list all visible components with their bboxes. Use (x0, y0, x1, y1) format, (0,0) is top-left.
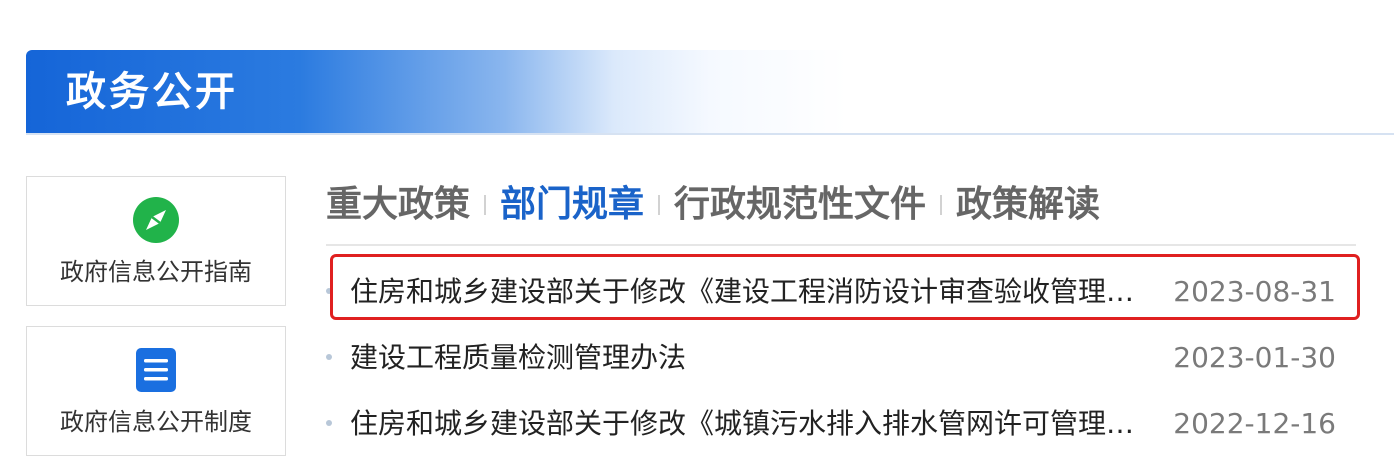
list-item: 住房和城乡建设部关于修改《城镇污水排入排水管网许可管理办法》的决定 2022-1… (326, 402, 1336, 446)
section-title: 政务公开 (66, 69, 238, 115)
list-item-title[interactable]: 住房和城乡建设部关于修改《建设工程消防设计审查验收管理暂行规定》的决定 (350, 270, 1160, 314)
tab-policy-interpretation[interactable]: 政策解读 (956, 181, 1100, 229)
tabs-divider (326, 244, 1356, 246)
tab-bar: 重大政策 部门规章 行政规范性文件 政策解读 (326, 180, 1100, 230)
tab-separator (484, 195, 487, 215)
guide-card-label: 政府信息公开指南 (60, 258, 252, 286)
list-item-title[interactable]: 建设工程质量检测管理办法 (350, 336, 1160, 380)
system-card[interactable]: 政府信息公开制度 (26, 326, 286, 456)
header-divider (26, 133, 1394, 135)
system-card-label: 政府信息公开制度 (60, 408, 252, 436)
list-item-date: 2023-08-31 (1173, 275, 1336, 308)
document-icon (133, 347, 179, 393)
guide-card[interactable]: 政府信息公开指南 (26, 176, 286, 306)
list-item: 建设工程质量检测管理办法 2023-01-30 (326, 336, 1336, 380)
list-item-date: 2023-01-30 (1173, 341, 1336, 374)
bullet-icon (326, 420, 332, 426)
tab-separator (658, 195, 661, 215)
tab-major-policies[interactable]: 重大政策 (326, 181, 470, 229)
bullet-icon (326, 288, 332, 294)
bullet-icon (326, 354, 332, 360)
list-item: 住房和城乡建设部关于修改《建设工程消防设计审查验收管理暂行规定》的决定 2023… (326, 270, 1336, 314)
list-item-title[interactable]: 住房和城乡建设部关于修改《城镇污水排入排水管网许可管理办法》的决定 (350, 402, 1160, 446)
compass-icon (133, 197, 179, 243)
list-item-date: 2022-12-16 (1173, 407, 1336, 440)
page: 政务公开 政府信息公开指南 政府信息公开制度 重大政策 部门规章 行政规范性文件… (0, 0, 1394, 470)
tab-department-rules[interactable]: 部门规章 (500, 181, 644, 229)
tab-separator (940, 195, 943, 215)
tab-normative-documents[interactable]: 行政规范性文件 (674, 181, 926, 229)
